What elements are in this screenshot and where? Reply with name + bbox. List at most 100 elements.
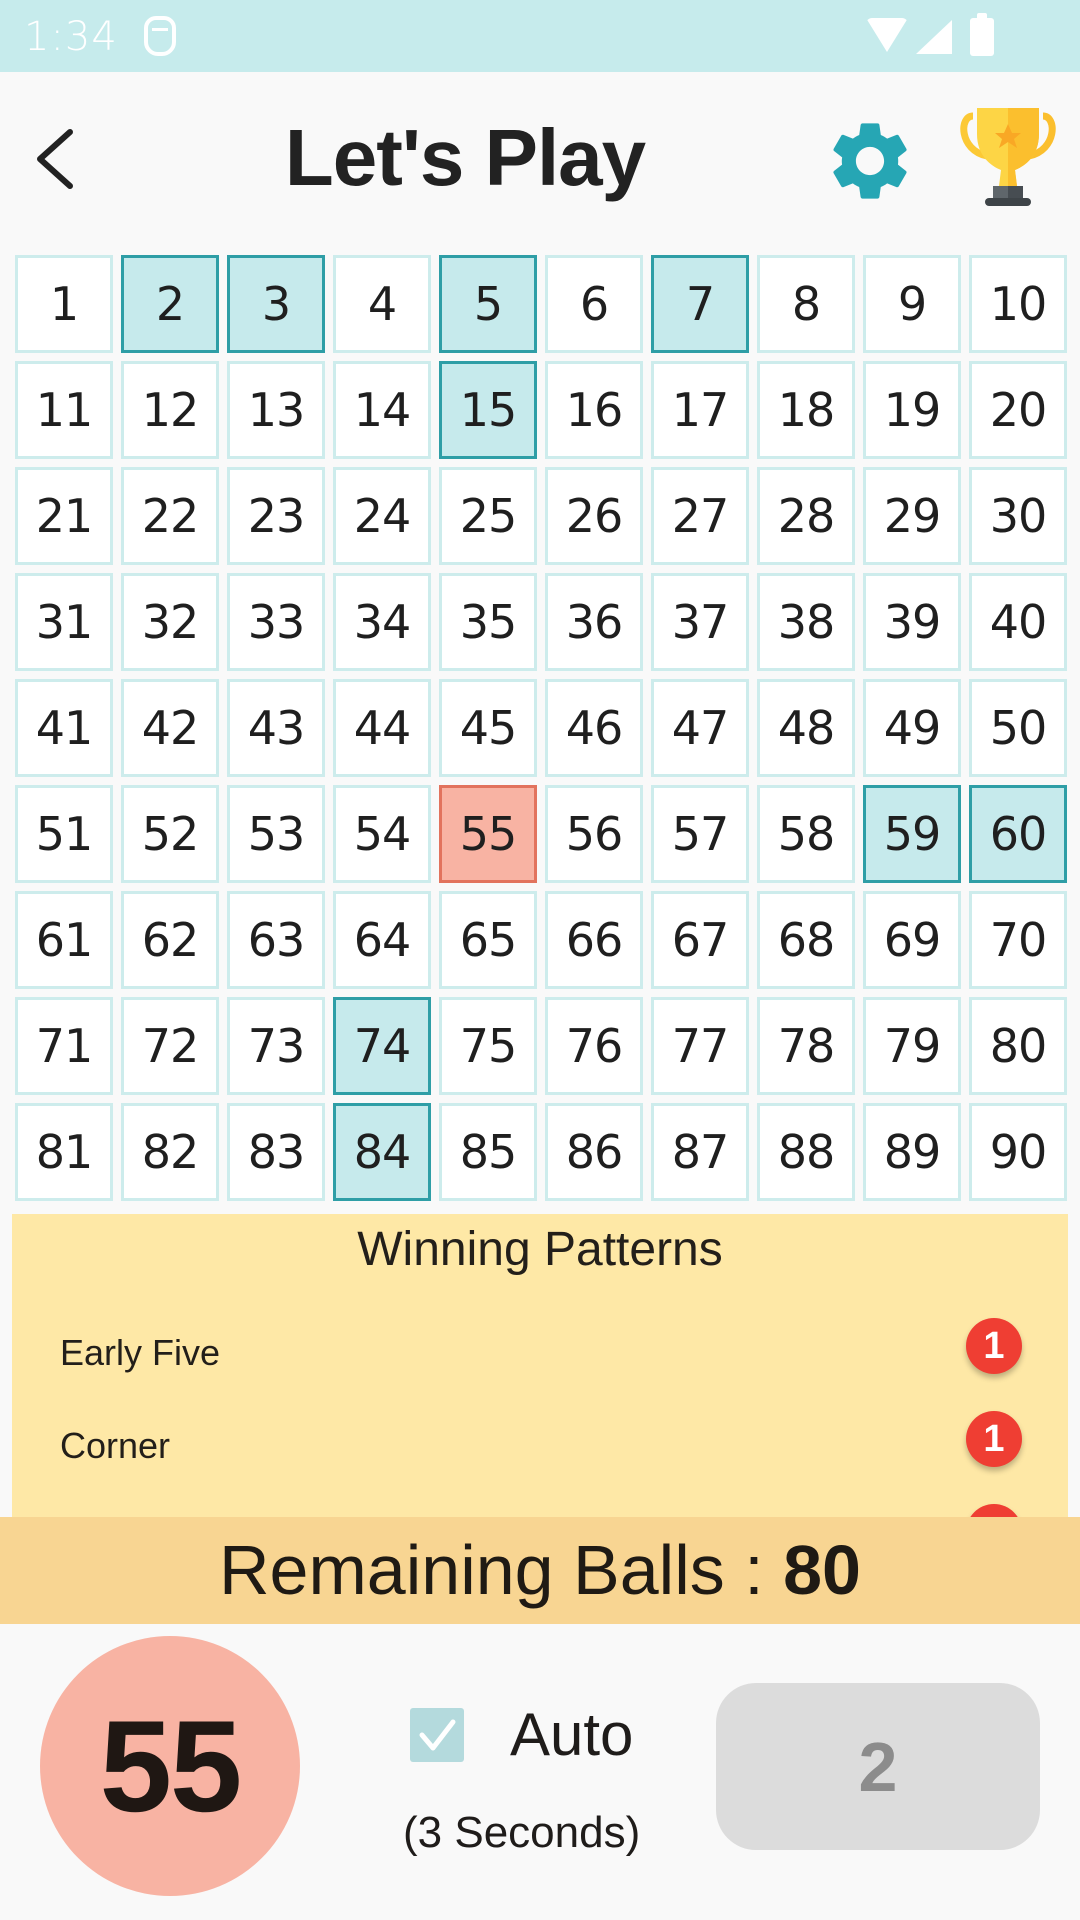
board-cell[interactable]: 24 [333, 467, 431, 565]
pattern-row-early-five[interactable]: Early Five 1 [12, 1314, 1068, 1394]
board-cell[interactable]: 56 [545, 785, 643, 883]
board-cell[interactable]: 16 [545, 361, 643, 459]
board-cell[interactable]: 76 [545, 997, 643, 1095]
board-cell[interactable]: 9 [863, 255, 961, 353]
board-cell[interactable]: 18 [757, 361, 855, 459]
board-cell[interactable]: 10 [969, 255, 1067, 353]
auto-checkbox[interactable] [410, 1708, 464, 1762]
board-cell[interactable]: 28 [757, 467, 855, 565]
gear-icon [833, 123, 907, 199]
board-cell[interactable]: 41 [15, 679, 113, 777]
auto-label[interactable]: Auto [510, 1700, 633, 1769]
board-cell[interactable]: 21 [15, 467, 113, 565]
board-cell[interactable]: 49 [863, 679, 961, 777]
board-cell[interactable]: 48 [757, 679, 855, 777]
next-ball-button[interactable]: 2 [716, 1683, 1040, 1850]
board-cell-called[interactable]: 84 [333, 1103, 431, 1201]
board-cell[interactable]: 42 [121, 679, 219, 777]
board-cell[interactable]: 17 [651, 361, 749, 459]
board-cell[interactable]: 26 [545, 467, 643, 565]
board-cell[interactable]: 66 [545, 891, 643, 989]
board-cell[interactable]: 71 [15, 997, 113, 1095]
leaderboard-button[interactable] [955, 104, 1061, 208]
board-cell[interactable]: 64 [333, 891, 431, 989]
board-cell-called[interactable]: 59 [863, 785, 961, 883]
board-cell[interactable]: 80 [969, 997, 1067, 1095]
board-cell[interactable]: 78 [757, 997, 855, 1095]
board-cell[interactable]: 12 [121, 361, 219, 459]
board-cell[interactable]: 37 [651, 573, 749, 671]
board-cell[interactable]: 90 [969, 1103, 1067, 1201]
board-cell[interactable]: 23 [227, 467, 325, 565]
board-cell[interactable]: 67 [651, 891, 749, 989]
board-cell[interactable]: 89 [863, 1103, 961, 1201]
board-cell[interactable]: 75 [439, 997, 537, 1095]
board-cell[interactable]: 47 [651, 679, 749, 777]
board-cell[interactable]: 83 [227, 1103, 325, 1201]
board-cell[interactable]: 52 [121, 785, 219, 883]
board-cell[interactable]: 87 [651, 1103, 749, 1201]
board-cell[interactable]: 1 [15, 255, 113, 353]
board-cell-current[interactable]: 55 [439, 785, 537, 883]
board-cell[interactable]: 58 [757, 785, 855, 883]
board-cell[interactable]: 33 [227, 573, 325, 671]
board-cell[interactable]: 38 [757, 573, 855, 671]
board-cell[interactable]: 86 [545, 1103, 643, 1201]
board-cell[interactable]: 27 [651, 467, 749, 565]
board-cell-called[interactable]: 5 [439, 255, 537, 353]
board-cell[interactable]: 34 [333, 573, 431, 671]
board-cell[interactable]: 30 [969, 467, 1067, 565]
board-cell-called[interactable]: 60 [969, 785, 1067, 883]
board-cell[interactable]: 63 [227, 891, 325, 989]
board-cell[interactable]: 73 [227, 997, 325, 1095]
board-cell[interactable]: 65 [439, 891, 537, 989]
board-cell[interactable]: 77 [651, 997, 749, 1095]
board-cell[interactable]: 8 [757, 255, 855, 353]
board-cell[interactable]: 88 [757, 1103, 855, 1201]
board-cell[interactable]: 62 [121, 891, 219, 989]
board-cell[interactable]: 20 [969, 361, 1067, 459]
pattern-row-corner[interactable]: Corner 1 [12, 1407, 1068, 1487]
board-cell[interactable]: 36 [545, 573, 643, 671]
board-cell[interactable]: 81 [15, 1103, 113, 1201]
board-cell[interactable]: 70 [969, 891, 1067, 989]
board-cell[interactable]: 51 [15, 785, 113, 883]
board-cell[interactable]: 45 [439, 679, 537, 777]
board-cell[interactable]: 31 [15, 573, 113, 671]
board-cell-called[interactable]: 7 [651, 255, 749, 353]
board-cell-called[interactable]: 3 [227, 255, 325, 353]
board-cell[interactable]: 25 [439, 467, 537, 565]
board-cell[interactable]: 57 [651, 785, 749, 883]
board-cell[interactable]: 35 [439, 573, 537, 671]
board-cell[interactable]: 61 [15, 891, 113, 989]
board-cell-called[interactable]: 74 [333, 997, 431, 1095]
board-cell-called[interactable]: 15 [439, 361, 537, 459]
board-cell[interactable]: 68 [757, 891, 855, 989]
board-cell[interactable]: 6 [545, 255, 643, 353]
board-cell-called[interactable]: 2 [121, 255, 219, 353]
board-cell[interactable]: 54 [333, 785, 431, 883]
back-button[interactable] [28, 124, 88, 194]
board-cell[interactable]: 85 [439, 1103, 537, 1201]
board-cell[interactable]: 53 [227, 785, 325, 883]
board-cell[interactable]: 14 [333, 361, 431, 459]
board-cell[interactable]: 40 [969, 573, 1067, 671]
board-cell[interactable]: 4 [333, 255, 431, 353]
board-cell[interactable]: 43 [227, 679, 325, 777]
board-cell[interactable]: 32 [121, 573, 219, 671]
board-cell[interactable]: 19 [863, 361, 961, 459]
board-cell[interactable]: 46 [545, 679, 643, 777]
board-cell[interactable]: 22 [121, 467, 219, 565]
settings-button[interactable] [823, 114, 917, 208]
pattern-row-partial[interactable] [12, 1500, 1068, 1517]
board-cell[interactable]: 82 [121, 1103, 219, 1201]
board-cell[interactable]: 13 [227, 361, 325, 459]
board-cell[interactable]: 44 [333, 679, 431, 777]
board-cell[interactable]: 50 [969, 679, 1067, 777]
board-cell[interactable]: 11 [15, 361, 113, 459]
board-cell[interactable]: 69 [863, 891, 961, 989]
board-cell[interactable]: 39 [863, 573, 961, 671]
board-cell[interactable]: 29 [863, 467, 961, 565]
board-cell[interactable]: 79 [863, 997, 961, 1095]
board-cell[interactable]: 72 [121, 997, 219, 1095]
